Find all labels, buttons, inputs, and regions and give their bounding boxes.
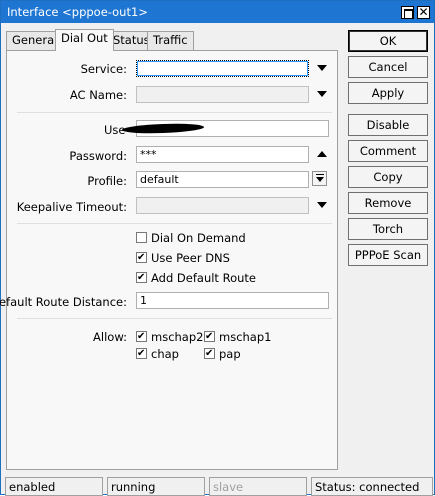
separator xyxy=(17,223,332,224)
pap-checkbox[interactable] xyxy=(204,348,215,359)
dial-on-demand-label: Dial On Demand xyxy=(151,231,246,245)
mschap2-checkbox[interactable] xyxy=(136,331,147,342)
keepalive-dropdown-icon[interactable] xyxy=(317,202,327,208)
tab-traffic[interactable]: Traffic xyxy=(147,31,194,50)
password-field[interactable]: *** xyxy=(136,146,309,163)
use-peer-dns-checkbox[interactable] xyxy=(136,252,147,263)
copy-button[interactable]: Copy xyxy=(348,166,428,188)
comment-button[interactable]: Comment xyxy=(348,140,428,162)
window-title: Interface <pppoe-out1> xyxy=(7,5,148,19)
password-label: Password: xyxy=(69,149,127,163)
disable-button[interactable]: Disable xyxy=(348,114,428,136)
keepalive-timeout-field[interactable] xyxy=(136,197,309,214)
pap-label: pap xyxy=(219,347,241,361)
mschap1-label: mschap1 xyxy=(219,330,272,344)
keepalive-timeout-label: Keepalive Timeout: xyxy=(16,200,127,214)
ac-name-field[interactable] xyxy=(136,86,309,103)
status-connection: Status: connected xyxy=(311,477,433,496)
dial-on-demand-checkbox[interactable] xyxy=(136,232,147,243)
ac-name-dropdown-icon[interactable] xyxy=(317,91,327,97)
chap-label: chap xyxy=(151,347,179,361)
status-running: running xyxy=(107,477,205,496)
title-bar[interactable]: Interface <pppoe-out1> ✕ xyxy=(1,1,434,23)
ac-name-label: AC Name: xyxy=(69,88,127,102)
close-icon[interactable]: ✕ xyxy=(417,6,430,19)
remove-button[interactable]: Remove xyxy=(348,192,428,214)
dial-out-panel: Service: AC Name: Use Password: *** Prof… xyxy=(0,50,338,470)
profile-field[interactable]: default xyxy=(136,171,309,188)
torch-button[interactable]: Torch xyxy=(348,218,428,240)
service-label: Service: xyxy=(80,62,127,76)
add-default-route-checkbox[interactable] xyxy=(136,272,147,283)
profile-dropdown-icon[interactable] xyxy=(312,171,327,186)
status-bar: enabled running slave Status: connected xyxy=(1,477,435,496)
service-dropdown-icon[interactable] xyxy=(317,65,327,71)
service-field[interactable] xyxy=(136,60,309,77)
mschap1-checkbox[interactable] xyxy=(204,331,215,342)
ok-button[interactable]: OK xyxy=(348,30,428,52)
apply-button[interactable]: Apply xyxy=(348,82,428,104)
default-route-distance-field[interactable]: 1 xyxy=(136,292,329,309)
use-peer-dns-label: Use Peer DNS xyxy=(151,251,230,265)
add-default-route-label: Add Default Route xyxy=(151,271,256,285)
status-slave: slave xyxy=(209,477,307,496)
tab-dial-out[interactable]: Dial Out xyxy=(55,29,114,51)
cancel-button[interactable]: Cancel xyxy=(348,56,428,78)
maximize-icon[interactable] xyxy=(401,6,414,19)
chap-checkbox[interactable] xyxy=(136,348,147,359)
pppoe-scan-button[interactable]: PPPoE Scan xyxy=(348,244,428,266)
separator xyxy=(17,318,332,319)
interface-window: Interface <pppoe-out1> ✕ General Dial Ou… xyxy=(0,0,435,496)
password-collapse-icon[interactable] xyxy=(317,151,327,157)
separator xyxy=(17,112,332,113)
allow-label: Allow: xyxy=(93,330,127,344)
profile-label: Profile: xyxy=(87,174,127,188)
mschap2-label: mschap2 xyxy=(151,330,204,344)
default-route-distance-label: Default Route Distance: xyxy=(0,295,127,309)
status-enabled: enabled xyxy=(5,477,103,496)
